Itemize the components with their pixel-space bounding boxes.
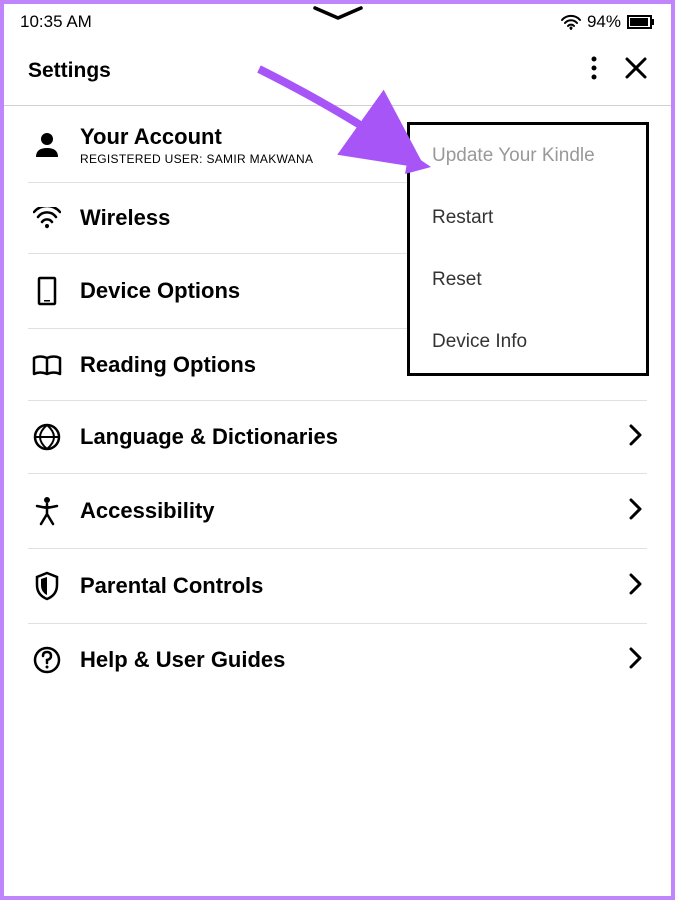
accessibility-icon bbox=[32, 496, 62, 526]
popup-restart[interactable]: Restart bbox=[410, 187, 646, 249]
more-options-icon[interactable] bbox=[591, 56, 597, 85]
close-icon[interactable] bbox=[625, 57, 647, 84]
setting-accessibility[interactable]: Accessibility bbox=[28, 474, 647, 549]
chevron-right-icon bbox=[629, 424, 643, 451]
chevron-right-icon bbox=[629, 647, 643, 674]
chevron-right-icon bbox=[629, 498, 643, 525]
setting-label: Parental Controls bbox=[80, 573, 611, 599]
user-icon bbox=[32, 131, 62, 159]
settings-header: Settings bbox=[4, 40, 671, 106]
setting-language-dictionaries[interactable]: Language & Dictionaries bbox=[28, 401, 647, 474]
book-icon bbox=[32, 354, 62, 376]
wifi-icon bbox=[32, 207, 62, 229]
setting-help-guides[interactable]: Help & User Guides bbox=[28, 624, 647, 696]
device-icon bbox=[32, 276, 62, 306]
help-icon bbox=[32, 646, 62, 674]
setting-parental-controls[interactable]: Parental Controls bbox=[28, 549, 647, 624]
popup-reset[interactable]: Reset bbox=[410, 249, 646, 311]
battery-percent: 94% bbox=[587, 12, 621, 32]
status-time: 10:35 AM bbox=[20, 12, 92, 32]
setting-label: Accessibility bbox=[80, 498, 611, 524]
popup-update-kindle: Update Your Kindle bbox=[410, 125, 646, 187]
wifi-status-icon bbox=[561, 14, 581, 30]
battery-icon bbox=[627, 14, 655, 30]
globe-icon bbox=[32, 423, 62, 451]
page-title: Settings bbox=[28, 59, 111, 83]
setting-label: Language & Dictionaries bbox=[80, 424, 611, 450]
drag-handle-icon bbox=[311, 6, 365, 27]
options-popup-menu: Update Your Kindle Restart Reset Device … bbox=[407, 122, 649, 376]
shield-icon bbox=[32, 571, 62, 601]
popup-device-info[interactable]: Device Info bbox=[410, 311, 646, 373]
chevron-right-icon bbox=[629, 573, 643, 600]
setting-label: Help & User Guides bbox=[80, 647, 611, 673]
